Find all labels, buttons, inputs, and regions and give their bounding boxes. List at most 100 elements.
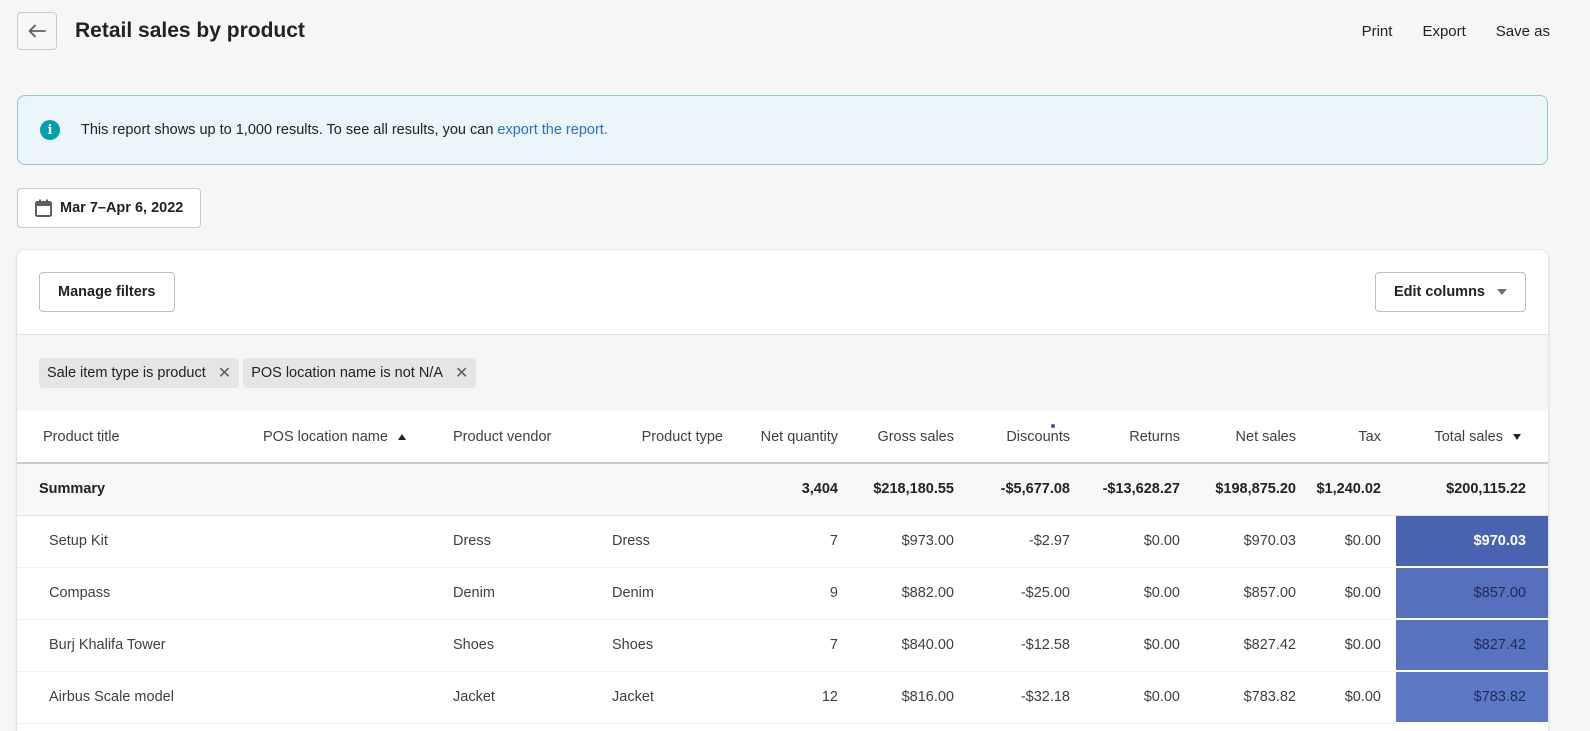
column-label: Discounts [1006, 428, 1070, 445]
cell-tax: $0.00 [1311, 671, 1396, 724]
cell-tax: $0.00 [1311, 619, 1396, 672]
export-report-link[interactable]: export the report. [497, 122, 607, 138]
column-label: Net quantity [760, 428, 838, 445]
back-button[interactable] [17, 12, 57, 50]
header-actions: Print Export Save as [1347, 23, 1550, 40]
column-label: Net sales [1235, 428, 1296, 445]
filter-chip[interactable]: POS location name is not N/A ✕ [243, 358, 477, 388]
filter-chip-label: POS location name is not N/A [251, 365, 444, 381]
manage-filters-button[interactable]: Manage filters [39, 272, 175, 312]
card-toolbar: Manage filters Edit columns [17, 250, 1548, 335]
edit-columns-label: Edit columns [1393, 284, 1485, 300]
date-range-picker[interactable]: Mar 7–Apr 6, 2022 [17, 188, 202, 228]
table-header-row: Product title POS location name Product … [17, 411, 1548, 464]
column-label: Returns [1129, 428, 1180, 445]
summary-cell [612, 463, 735, 516]
page-title: Retail sales by product [75, 19, 305, 42]
cell-gross-sales: $840.00 [853, 619, 969, 672]
table-row[interactable]: Compass Denim Denim 9 $882.00 -$25.00 $0.00 $85… [17, 567, 1548, 620]
column-header-tax[interactable]: Tax [1311, 411, 1396, 464]
summary-row: Summary 3,404 $218,180.55 -$5,677.08 -$1… [17, 463, 1548, 516]
column-label: Total sales [1434, 428, 1503, 445]
summary-net-quantity: 3,404 [735, 463, 853, 516]
table-row[interactable]: Airbus Scale model Jacket Jacket 12 $816.00-… [17, 671, 1548, 724]
cell-net-quantity: 7 [735, 515, 853, 568]
info-banner: i This report shows up to 1,000 results.… [17, 95, 1548, 165]
cell-net-quantity: 12 [735, 671, 853, 724]
column-header-total-sales[interactable]: Total sales [1396, 411, 1548, 464]
cell-net-sales: $857.00 [1195, 567, 1311, 620]
cell-returns: $0.00 [1085, 671, 1195, 724]
cell-pos-location [239, 671, 431, 724]
top-bar: Retail sales by product Print Export Sav… [17, 12, 1550, 50]
summary-discounts: -$5,677.08 [969, 463, 1085, 516]
cell-gross-sales: $882.00 [853, 567, 969, 620]
cell-product-vendor: Jacket [431, 671, 612, 724]
sort-descending-icon [1513, 433, 1521, 440]
summary-tax: $1,240.02 [1311, 463, 1396, 516]
banner-text: This report shows up to 1,000 results. T… [81, 122, 608, 138]
cell-tax: $0.00 [1311, 515, 1396, 568]
column-header-gross-sales[interactable]: Gross sales [853, 411, 969, 464]
cell-product-title: Setup Kit [17, 515, 239, 568]
column-header-net-sales[interactable]: Net sales [1195, 411, 1311, 464]
cell-product-title: Compass [17, 567, 239, 620]
cell-discounts: -$12.58 [969, 619, 1085, 672]
export-button[interactable]: Export [1407, 23, 1480, 40]
cell-product-vendor: Dress [431, 515, 612, 568]
cell-gross-sales: $816.00 [853, 671, 969, 724]
sort-ascending-icon [397, 433, 406, 440]
column-label: Product type [641, 428, 723, 445]
cell-discounts: -$32.18 [969, 671, 1085, 724]
remove-filter-icon[interactable]: ✕ [455, 363, 468, 383]
summary-cell [431, 463, 612, 516]
cell-product-vendor: Shoes [431, 619, 612, 672]
info-icon: i [40, 120, 60, 140]
column-header-product-type[interactable]: Product type [612, 411, 735, 464]
cell-discounts: -$25.00 [969, 567, 1085, 620]
cell-product-title: Airbus Scale model [17, 671, 239, 724]
arrow-left-icon [28, 24, 46, 38]
cell-returns: $0.00 [1085, 515, 1195, 568]
column-header-discounts[interactable]: Discounts [969, 411, 1085, 464]
cell-product-type: Dress [612, 515, 735, 568]
report-card: Manage filters Edit columns Sale item ty… [17, 250, 1548, 731]
column-label: POS location name [263, 428, 388, 445]
cell-net-quantity: 7 [735, 619, 853, 672]
remove-filter-icon[interactable]: ✕ [218, 363, 231, 383]
calendar-icon [35, 199, 52, 217]
column-label: Product vendor [453, 428, 552, 445]
table-row[interactable]: Burj Khalifa Tower Shoes Shoes 7 $840.00 -$12… [17, 619, 1548, 672]
cell-discounts: -$2.97 [969, 515, 1085, 568]
print-button[interactable]: Print [1347, 23, 1408, 40]
active-filters: Sale item type is product ✕ POS location… [17, 335, 1548, 411]
summary-total-sales: $200,115.22 [1396, 463, 1548, 516]
banner-message: This report shows up to 1,000 results. T… [81, 122, 498, 138]
filter-chip[interactable]: Sale item type is product ✕ [39, 358, 240, 388]
cell-net-quantity: 9 [735, 567, 853, 620]
cell-pos-location [239, 619, 431, 672]
summary-gross-sales: $218,180.55 [853, 463, 969, 516]
cell-total-sales: $857.00 [1396, 567, 1548, 620]
column-header-product-title[interactable]: Product title [17, 411, 239, 464]
report-table: Product title POS location name Product … [17, 411, 1548, 724]
cell-returns: $0.00 [1085, 567, 1195, 620]
cell-tax: $0.00 [1311, 567, 1396, 620]
cell-product-type: Jacket [612, 671, 735, 724]
column-header-pos-location[interactable]: POS location name [239, 411, 431, 464]
cell-net-sales: $970.03 [1195, 515, 1311, 568]
cell-product-type: Shoes [612, 619, 735, 672]
cell-total-sales: $970.03 [1396, 515, 1548, 568]
table-row[interactable]: Setup Kit Dress Dress 7 $973.00 -$2.97 $0.00 $9… [17, 515, 1548, 568]
column-header-net-quantity[interactable]: Net quantity [735, 411, 853, 464]
cell-product-vendor: Denim [431, 567, 612, 620]
column-header-returns[interactable]: Returns [1085, 411, 1195, 464]
cell-total-sales: $827.42 [1396, 619, 1548, 672]
cell-net-sales: $783.82 [1195, 671, 1311, 724]
summary-label: Summary [17, 463, 239, 516]
column-label: Tax [1358, 428, 1381, 445]
indicator-dot [1051, 424, 1055, 428]
save-as-button[interactable]: Save as [1481, 23, 1550, 40]
column-header-product-vendor[interactable]: Product vendor [431, 411, 612, 464]
edit-columns-button[interactable]: Edit columns [1374, 272, 1526, 312]
